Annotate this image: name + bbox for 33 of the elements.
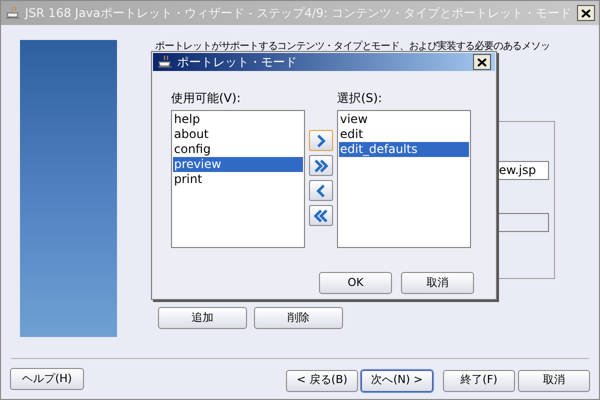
wizard-button[interactable]: 次へ(N) > — [361, 370, 433, 392]
close-icon — [477, 58, 487, 66]
add-button[interactable]: 追加 — [158, 307, 247, 329]
list-item[interactable]: edit — [339, 127, 469, 142]
list-label: 選択(S): — [337, 91, 384, 105]
move-right-button[interactable] — [309, 155, 333, 176]
dialog-title: ポートレット・モード — [177, 54, 298, 71]
delete-button[interactable]: 削除 — [254, 307, 343, 329]
close-button[interactable] — [577, 5, 595, 21]
list-box[interactable]: view edit edit_defaults — [337, 110, 471, 248]
wizard-button[interactable]: 取消 — [518, 370, 590, 392]
list-box[interactable]: help about config preview print — [171, 110, 305, 248]
dialog-icon — [157, 55, 173, 69]
list-item[interactable]: config — [173, 142, 303, 157]
list-item[interactable]: about — [173, 127, 303, 142]
list-item[interactable]: edit_defaults — [339, 142, 469, 157]
ok-button[interactable]: OK — [319, 272, 392, 294]
close-icon — [581, 8, 591, 18]
list-label: 使用可能(V): — [171, 91, 242, 105]
move-left-button[interactable] — [309, 180, 333, 201]
help-button[interactable]: ヘルプ(H) — [10, 368, 84, 390]
move-right-button[interactable] — [309, 130, 333, 151]
description-text: ポートレットがサポートするコンテンツ・タイプとモード、および実装する必要のあるメソッ — [155, 40, 551, 53]
list-item[interactable]: view — [339, 112, 469, 127]
list-item[interactable]: preview — [173, 157, 303, 172]
move-left-button[interactable] — [309, 205, 333, 226]
cancel-button[interactable]: 取消 — [401, 272, 474, 294]
wizard-button[interactable]: 終了(F) — [443, 370, 515, 392]
app-icon — [5, 6, 21, 20]
list-item[interactable]: print — [173, 172, 303, 187]
wizard-button[interactable]: < 戻る(B) — [286, 370, 358, 392]
list-item[interactable]: help — [173, 112, 303, 127]
close-button[interactable] — [473, 54, 491, 70]
